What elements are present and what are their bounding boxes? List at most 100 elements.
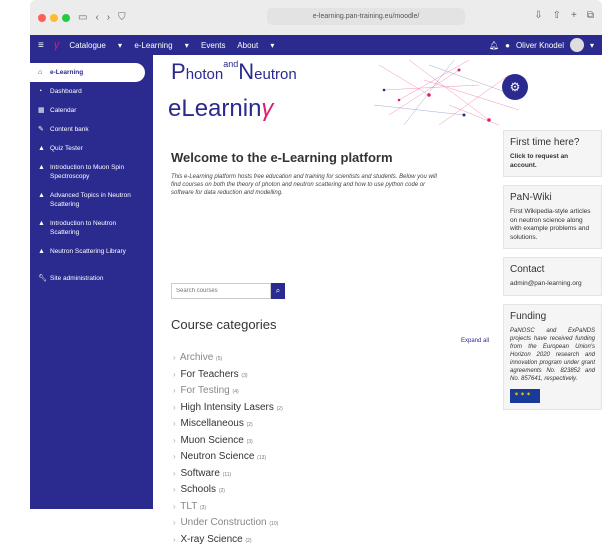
menu-catalogue[interactable]: Catalogue ▾	[69, 41, 122, 50]
category-list: › Archive (5) › For Teachers (3) › For T…	[173, 350, 283, 548]
sidebar-item-dashboard[interactable]: ◔ Dashboard	[30, 82, 153, 101]
welcome-section: Welcome to the e-Learning platform This …	[171, 150, 491, 197]
hamburger-menu-icon[interactable]: ≡	[38, 40, 44, 51]
chevron-right-icon: ›	[173, 468, 176, 478]
course-search: ⌕	[171, 283, 285, 299]
sidebar-item-elearning[interactable]: ⌂ e-Learning	[30, 63, 145, 82]
contact-email[interactable]: admin@pan-learning.org	[510, 280, 595, 289]
contact-block: Contact admin@pan-learning.org	[503, 257, 602, 296]
download-icon[interactable]: ⇩	[534, 10, 542, 21]
sidebar-item-neutron-library[interactable]: ▲ Neutron Scattering Library	[30, 242, 153, 261]
minimize-window-button[interactable]	[50, 13, 58, 22]
sidebar-item-label: Site administration	[50, 275, 104, 282]
forward-icon[interactable]: ›	[107, 12, 110, 23]
network-graphic: ⚙	[373, 59, 528, 126]
user-name: Oliver Knodel	[515, 40, 564, 50]
chevron-right-icon: ›	[173, 518, 176, 527]
search-icon: ⌕	[275, 286, 281, 295]
gear-icon[interactable]: ⚙	[510, 80, 521, 94]
graduation-cap-icon: ▲	[38, 164, 45, 171]
calendar-icon: ▦	[38, 107, 45, 114]
wiki-text: First Wikipedia-style articles on neutro…	[510, 208, 591, 241]
graduation-cap-icon: ▲	[38, 248, 45, 255]
list-item[interactable]: › Software (11)	[173, 466, 283, 483]
block-title: PaN-Wiki	[510, 192, 552, 203]
sidebar-item-label: Dashboard	[50, 88, 82, 95]
list-item[interactable]: › Miscellaneous (2)	[173, 416, 283, 433]
shield-icon[interactable]: ⛉	[118, 12, 126, 23]
list-item[interactable]: › Schools (2)	[173, 482, 283, 499]
funding-block: Funding PaNOSC and ExPaNDS projects have…	[503, 303, 602, 410]
sidebar-item-label: Introduction to Muon Spin Spectroscopy	[50, 164, 125, 180]
chevron-right-icon: ›	[173, 369, 176, 379]
right-sidebar: First time here? Click to request an acc…	[503, 130, 602, 418]
window-controls	[38, 13, 70, 22]
menu-events[interactable]: Events	[201, 41, 225, 50]
new-tab-icon[interactable]: +	[571, 10, 577, 21]
search-button[interactable]: ⌕	[271, 283, 285, 299]
tabs-overview-icon[interactable]: ⧉	[587, 10, 594, 21]
list-item[interactable]: › For Testing (4)	[173, 383, 283, 400]
pencil-icon: ✎	[38, 126, 44, 133]
chevron-right-icon: ›	[173, 485, 176, 494]
back-icon[interactable]: ‹	[95, 12, 98, 23]
request-account-link[interactable]: Click to request an account.	[510, 153, 595, 170]
list-item[interactable]: › Under Construction (10)	[173, 515, 283, 532]
top-navbar: ≡ γ Catalogue ▾ e-Learning ▾ Events Abou…	[30, 35, 602, 55]
avatar[interactable]	[569, 38, 584, 52]
chevron-right-icon: ›	[173, 534, 176, 544]
list-item[interactable]: › Neutron Science (13)	[173, 449, 283, 466]
url-text: e-learning.pan-training.eu/moodle/	[312, 13, 420, 20]
list-item[interactable]: › High Intensity Lasers (2)	[173, 400, 283, 417]
chevron-right-icon: ›	[173, 452, 176, 461]
user-menu[interactable]: 🔔︎ ● Oliver Knodel ▾	[489, 38, 594, 52]
search-input[interactable]	[171, 283, 271, 299]
first-time-block: First time here? Click to request an acc…	[503, 130, 602, 177]
wrench-icon: 🔧︎	[38, 275, 47, 282]
notification-bell-icon[interactable]: 🔔︎	[489, 41, 499, 50]
list-item[interactable]: › Archive (5)	[173, 350, 283, 367]
block-title: First time here?	[510, 137, 580, 148]
sidebar-toggle-icon[interactable]: ▭	[78, 12, 87, 23]
sidebar-item-label: Content bank	[50, 126, 89, 133]
sidebar-item-label: Advanced Topics in Neutron Scattering	[50, 192, 131, 208]
menu-elearning[interactable]: e-Learning ▾	[134, 41, 189, 50]
site-logo[interactable]: γ	[54, 39, 60, 51]
browser-toolbar: ▭ ‹ › ⛉ e-learning.pan-training.eu/moodl…	[30, 0, 602, 36]
sidebar-item-calendar[interactable]: ▦ Calendar	[30, 101, 153, 120]
photon-neutron-logo: PhotonandNeutron	[171, 59, 297, 84]
list-item[interactable]: › For Teachers (3)	[173, 367, 283, 384]
share-icon[interactable]: ⇧	[553, 10, 561, 21]
eu-flag-logo	[510, 388, 540, 403]
sidebar-item-site-admin[interactable]: 🔧︎ Site administration	[30, 269, 153, 288]
sidebar-item-intro-neutron[interactable]: ▲ Introduction to Neutron Scattering	[30, 214, 153, 242]
chevron-right-icon: ›	[173, 386, 176, 395]
sidebar-item-advanced-neutron[interactable]: ▲ Advanced Topics in Neutron Scattering	[30, 186, 153, 214]
sidebar-item-muon-spin[interactable]: ▲ Introduction to Muon Spin Spectroscopy	[30, 158, 153, 186]
address-bar[interactable]: e-learning.pan-training.eu/moodle/	[267, 8, 465, 25]
messages-icon[interactable]: ●	[505, 41, 510, 50]
list-item[interactable]: › X-ray Science (2)	[173, 532, 283, 549]
block-title: Contact	[510, 264, 545, 275]
categories-title: Course categories	[171, 317, 277, 332]
chevron-right-icon: ›	[173, 402, 176, 412]
chevron-right-icon: ›	[173, 435, 176, 445]
sidebar-item-label: Quiz Tester	[50, 145, 83, 152]
chevron-right-icon: ›	[173, 353, 176, 362]
sidebar-item-content-bank[interactable]: ✎ Content bank	[30, 120, 153, 139]
list-item[interactable]: › TLT (3)	[173, 499, 283, 516]
list-item[interactable]: › Muon Science (3)	[173, 433, 283, 450]
expand-all-link[interactable]: Expand all	[461, 338, 489, 344]
sidebar-item-quiz-tester[interactable]: ▲ Quiz Tester	[30, 139, 153, 158]
main-menu: Catalogue ▾ e-Learning ▾ Events About ▾	[69, 41, 284, 50]
chevron-right-icon: ›	[173, 419, 176, 428]
block-title: Funding	[510, 310, 547, 322]
dashboard-icon: ◔	[38, 88, 43, 95]
sidebar: ⌂ e-Learning ◔ Dashboard ▦ Calendar ✎ Co…	[30, 55, 153, 509]
close-window-button[interactable]	[38, 13, 46, 22]
menu-about[interactable]: About ▾	[237, 41, 274, 50]
home-icon: ⌂	[38, 69, 43, 76]
page-title: Welcome to the e-Learning platform	[171, 150, 393, 165]
header-banner: PhotonandNeutron eLearninγ ⚙	[153, 55, 528, 130]
maximize-window-button[interactable]	[62, 13, 70, 22]
